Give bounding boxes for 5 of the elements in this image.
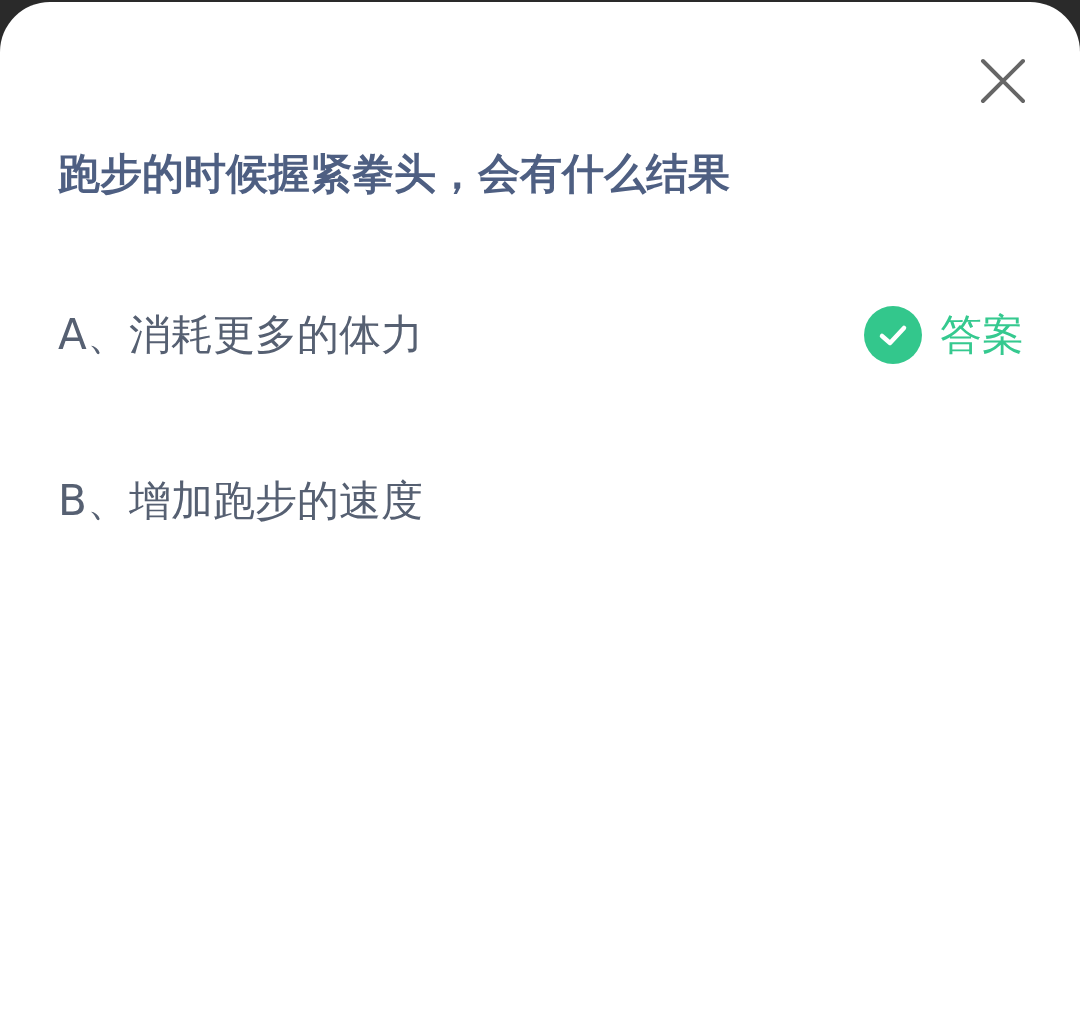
answer-option[interactable]: A、消耗更多的体力 [58,307,423,364]
close-button[interactable] [978,56,1028,106]
question-title: 跑步的时候握紧拳头，会有什么结果 [58,149,731,200]
answer-option[interactable]: B、增加跑步的速度 [58,473,423,530]
answer-tag: 答案 [940,307,1024,364]
